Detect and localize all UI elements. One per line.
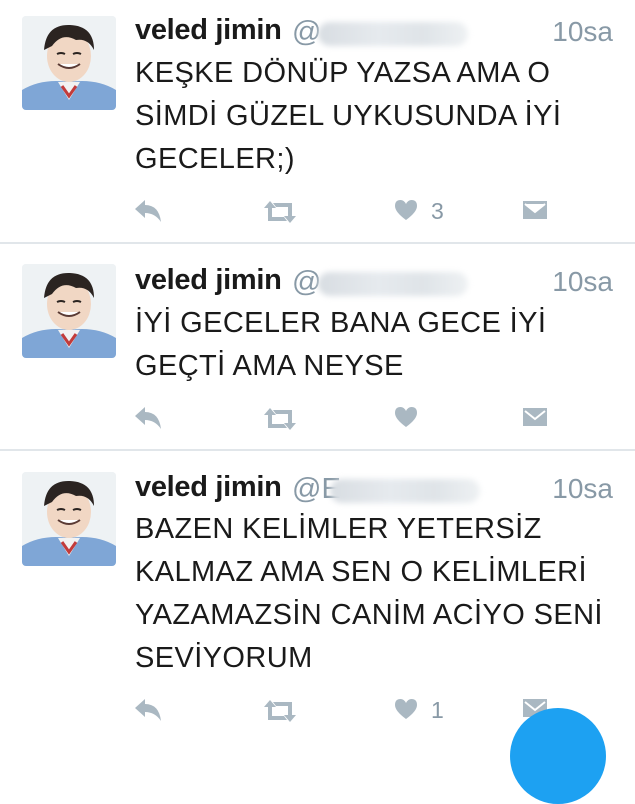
heart-icon	[395, 200, 417, 220]
like-button[interactable]	[394, 199, 418, 227]
blurred-handle	[330, 479, 480, 503]
heart-icon	[395, 407, 417, 427]
timestamp[interactable]: 10sa	[552, 266, 613, 298]
like-button[interactable]	[394, 698, 418, 726]
author-name[interactable]: veled jimin	[135, 471, 282, 504]
tweet-text: İYİ GECELER BANA GECE İYİ GEÇTİ AMA NEYS…	[135, 302, 615, 388]
tweet-text: KEŞKE DÖNÜP YAZSA AMA O SİMDİ GÜZEL UYKU…	[135, 52, 615, 181]
timestamp[interactable]: 10sa	[552, 16, 613, 48]
avatar[interactable]	[22, 472, 116, 566]
timestamp[interactable]: 10sa	[552, 473, 613, 505]
author-name[interactable]: veled jimin	[135, 14, 282, 47]
blurred-handle	[318, 272, 468, 296]
retweet-button[interactable]	[262, 200, 298, 228]
envelope-icon	[523, 201, 547, 219]
tweet-text-line: GECELER;)	[135, 143, 295, 175]
tweet-text-line: BAZEN KELİMLER YETERSİZ	[135, 513, 542, 545]
tweet-text: BAZEN KELİMLER YETERSİZ KALMAZ AMA SEN O…	[135, 508, 615, 680]
reply-button[interactable]	[133, 697, 163, 725]
avatar[interactable]	[22, 264, 116, 358]
reply-icon	[135, 200, 161, 222]
retweet-icon	[264, 201, 296, 223]
retweet-button[interactable]	[262, 699, 298, 727]
tweet-text-line: SİMDİ GÜZEL UYKUSUNDA İYİ	[135, 100, 562, 132]
like-button[interactable]	[394, 406, 418, 434]
tweet-text-line: GEÇTİ AMA NEYSE	[135, 350, 404, 382]
retweet-icon	[264, 408, 296, 430]
author-name[interactable]: veled jimin	[135, 264, 282, 297]
envelope-icon	[523, 408, 547, 426]
tweet-text-line: SEVİYORUM	[135, 642, 313, 674]
direct-message-button[interactable]	[522, 407, 548, 435]
blurred-handle	[318, 22, 468, 46]
heart-icon	[395, 699, 417, 719]
tweet-2[interactable]: veled jimin @ 10sa İYİ GECELER BANA GECE…	[0, 244, 635, 450]
retweet-button[interactable]	[262, 407, 298, 435]
reply-button[interactable]	[133, 198, 163, 226]
tweet-text-line: KALMAZ AMA SEN O KELİMLERİ	[135, 556, 587, 588]
tweet-3[interactable]: veled jimin @E 10sa BAZEN KELİMLER YETER…	[0, 451, 635, 741]
reply-icon	[135, 699, 161, 721]
compose-fab-button[interactable]	[510, 708, 606, 804]
tweet-text-line: YAZAMAZSİN CANİM ACİYO SENİ	[135, 599, 603, 631]
tweet-text-line: KEŞKE DÖNÜP YAZSA AMA O	[135, 57, 551, 89]
tweet-text-line: İYİ GECELER BANA GECE İYİ	[135, 307, 547, 339]
avatar[interactable]	[22, 16, 116, 110]
tweet-1[interactable]: veled jimin @ 10sa KEŞKE DÖNÜP YAZSA AMA…	[0, 0, 635, 242]
reply-icon	[135, 407, 161, 429]
reply-button[interactable]	[133, 405, 163, 433]
retweet-icon	[264, 700, 296, 722]
direct-message-button[interactable]	[522, 200, 548, 228]
like-count: 1	[431, 697, 444, 723]
like-count: 3	[431, 198, 444, 224]
